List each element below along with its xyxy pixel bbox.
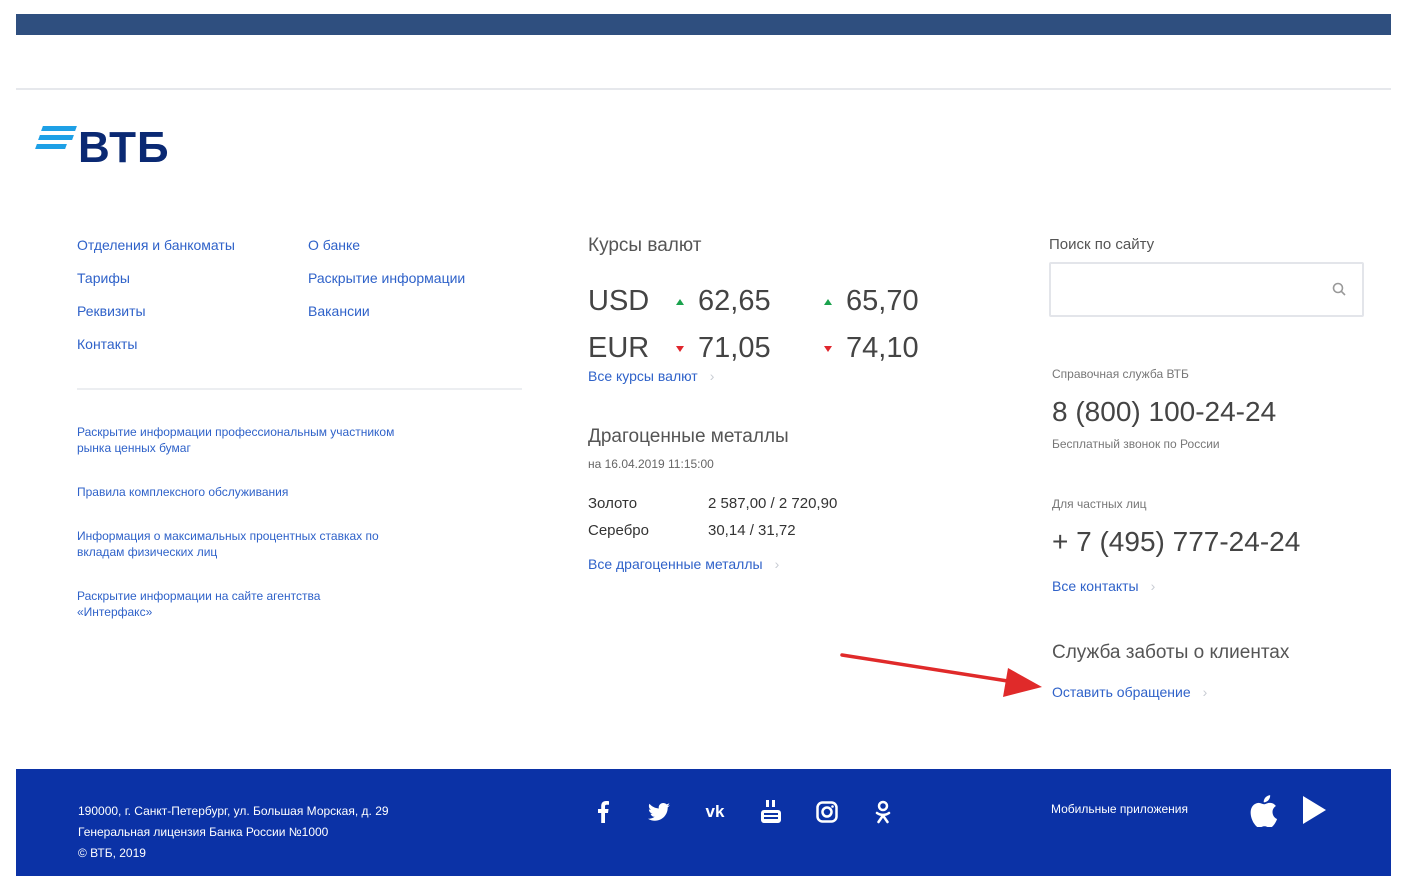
youtube-icon[interactable] [754,797,788,827]
rate-sell: 65,70 [846,285,919,317]
metals-date: на 16.04.2019 11:15:00 [588,457,714,471]
rates-table: USD 62,65 65,70 EUR 71,05 74,10 [588,278,940,372]
search-icon[interactable] [1332,282,1346,296]
nav-column-2: О банке Раскрытие информации Вакансии [308,236,465,335]
metal-value: 2 587,00 / 2 720,90 [708,495,838,512]
feedback-row: Оставить обращение › [1052,684,1207,700]
rate-sell: 74,10 [846,332,919,364]
nav-link-requisites[interactable]: Реквизиты [77,302,235,335]
rates-title: Курсы валют [588,235,702,256]
rate-down-icon [676,345,684,352]
footer-license: Генеральная лицензия Банка России №1000 [78,825,329,839]
rate-up-icon [676,298,684,305]
customer-care-title: Служба заботы о клиентах [1052,642,1290,663]
social-links: vk [586,797,900,827]
apple-icon[interactable] [1248,795,1280,828]
all-metals-row: Все драгоценные металлы › [588,556,779,572]
info-link-rates[interactable]: Информация о максимальных процентных ста… [77,528,397,560]
footer-copyright: © ВТБ, 2019 [78,846,146,860]
info-link-interfax[interactable]: Раскрытие информации на сайте агентства … [77,588,397,620]
chevron-right-icon: › [1202,684,1208,700]
help-phone-note: Бесплатный звонок по России [1052,437,1220,451]
nav-link-vacancies[interactable]: Вакансии [308,302,465,335]
search-box [1049,262,1364,317]
private-phone[interactable]: + 7 (495) 777-24-24 [1052,526,1300,558]
all-metals-link[interactable]: Все драгоценные металлы [588,556,763,572]
nav-link-branches[interactable]: Отделения и банкоматы [77,236,235,269]
rate-row-usd: USD 62,65 65,70 [588,278,940,325]
search-input[interactable] [1051,264,1335,315]
top-bar [16,14,1391,35]
footer: 190000, г. Санкт-Петербург, ул. Большая … [16,769,1391,876]
rate-currency: EUR [588,332,650,364]
leave-request-link[interactable]: Оставить обращение [1052,684,1191,700]
all-contacts-row: Все контакты › [1052,578,1155,594]
metal-row-gold: Золото 2 587,00 / 2 720,90 [588,494,837,521]
help-phone[interactable]: 8 (800) 100-24-24 [1052,396,1276,428]
metal-name: Золото [588,495,638,512]
metal-row-silver: Серебро 30,14 / 31,72 [588,521,837,548]
all-rates-row: Все курсы валют › [588,368,714,384]
top-divider [16,88,1391,90]
all-contacts-link[interactable]: Все контакты [1052,578,1139,594]
metal-name: Серебро [588,522,649,539]
help-service-label: Справочная служба ВТБ [1052,367,1189,381]
nav-link-contacts[interactable]: Контакты [77,335,235,368]
twitter-icon[interactable] [642,797,676,827]
logo-stripes-icon [35,126,77,154]
facebook-icon[interactable] [586,797,620,827]
rate-up-icon [824,298,832,305]
rate-row-eur: EUR 71,05 74,10 [588,325,940,372]
nav-link-tariffs[interactable]: Тарифы [77,269,235,302]
info-link-rules[interactable]: Правила комплексного обслуживания [77,484,397,500]
footer-address: 190000, г. Санкт-Петербург, ул. Большая … [78,804,389,818]
metal-value: 30,14 / 31,72 [708,522,796,539]
nav-divider [77,388,522,390]
chevron-right-icon: › [709,368,715,384]
chevron-right-icon: › [774,556,780,572]
all-rates-link[interactable]: Все курсы валют [588,368,698,384]
rate-buy: 71,05 [698,332,771,364]
odnoklassniki-icon[interactable] [866,797,900,827]
logo-text: ВТБ [78,123,170,172]
vtb-logo[interactable]: ВТБ [35,123,170,172]
chevron-right-icon: › [1150,578,1156,594]
rate-down-icon [824,345,832,352]
footer-info: 190000, г. Санкт-Петербург, ул. Большая … [78,801,389,864]
metals-table: Золото 2 587,00 / 2 720,90 Серебро 30,14… [588,494,837,548]
annotation-arrow-icon [840,653,1042,697]
rate-currency: USD [588,285,650,317]
private-label: Для частных лиц [1052,497,1147,511]
rate-buy: 62,65 [698,285,771,317]
instagram-icon[interactable] [810,797,844,827]
metals-title: Драгоценные металлы [588,426,789,447]
google-play-icon[interactable] [1301,795,1333,827]
nav-column-1: Отделения и банкоматы Тарифы Реквизиты К… [77,236,235,368]
vk-icon[interactable]: vk [698,797,732,827]
nav-link-disclosure[interactable]: Раскрытие информации [308,269,465,302]
info-links: Раскрытие информации профессиональным уч… [77,424,397,620]
search-label: Поиск по сайту [1049,236,1155,253]
mobile-apps-label: Мобильные приложения [1051,802,1188,816]
nav-link-about[interactable]: О банке [308,236,465,269]
info-link-securities[interactable]: Раскрытие информации профессиональным уч… [77,424,397,456]
